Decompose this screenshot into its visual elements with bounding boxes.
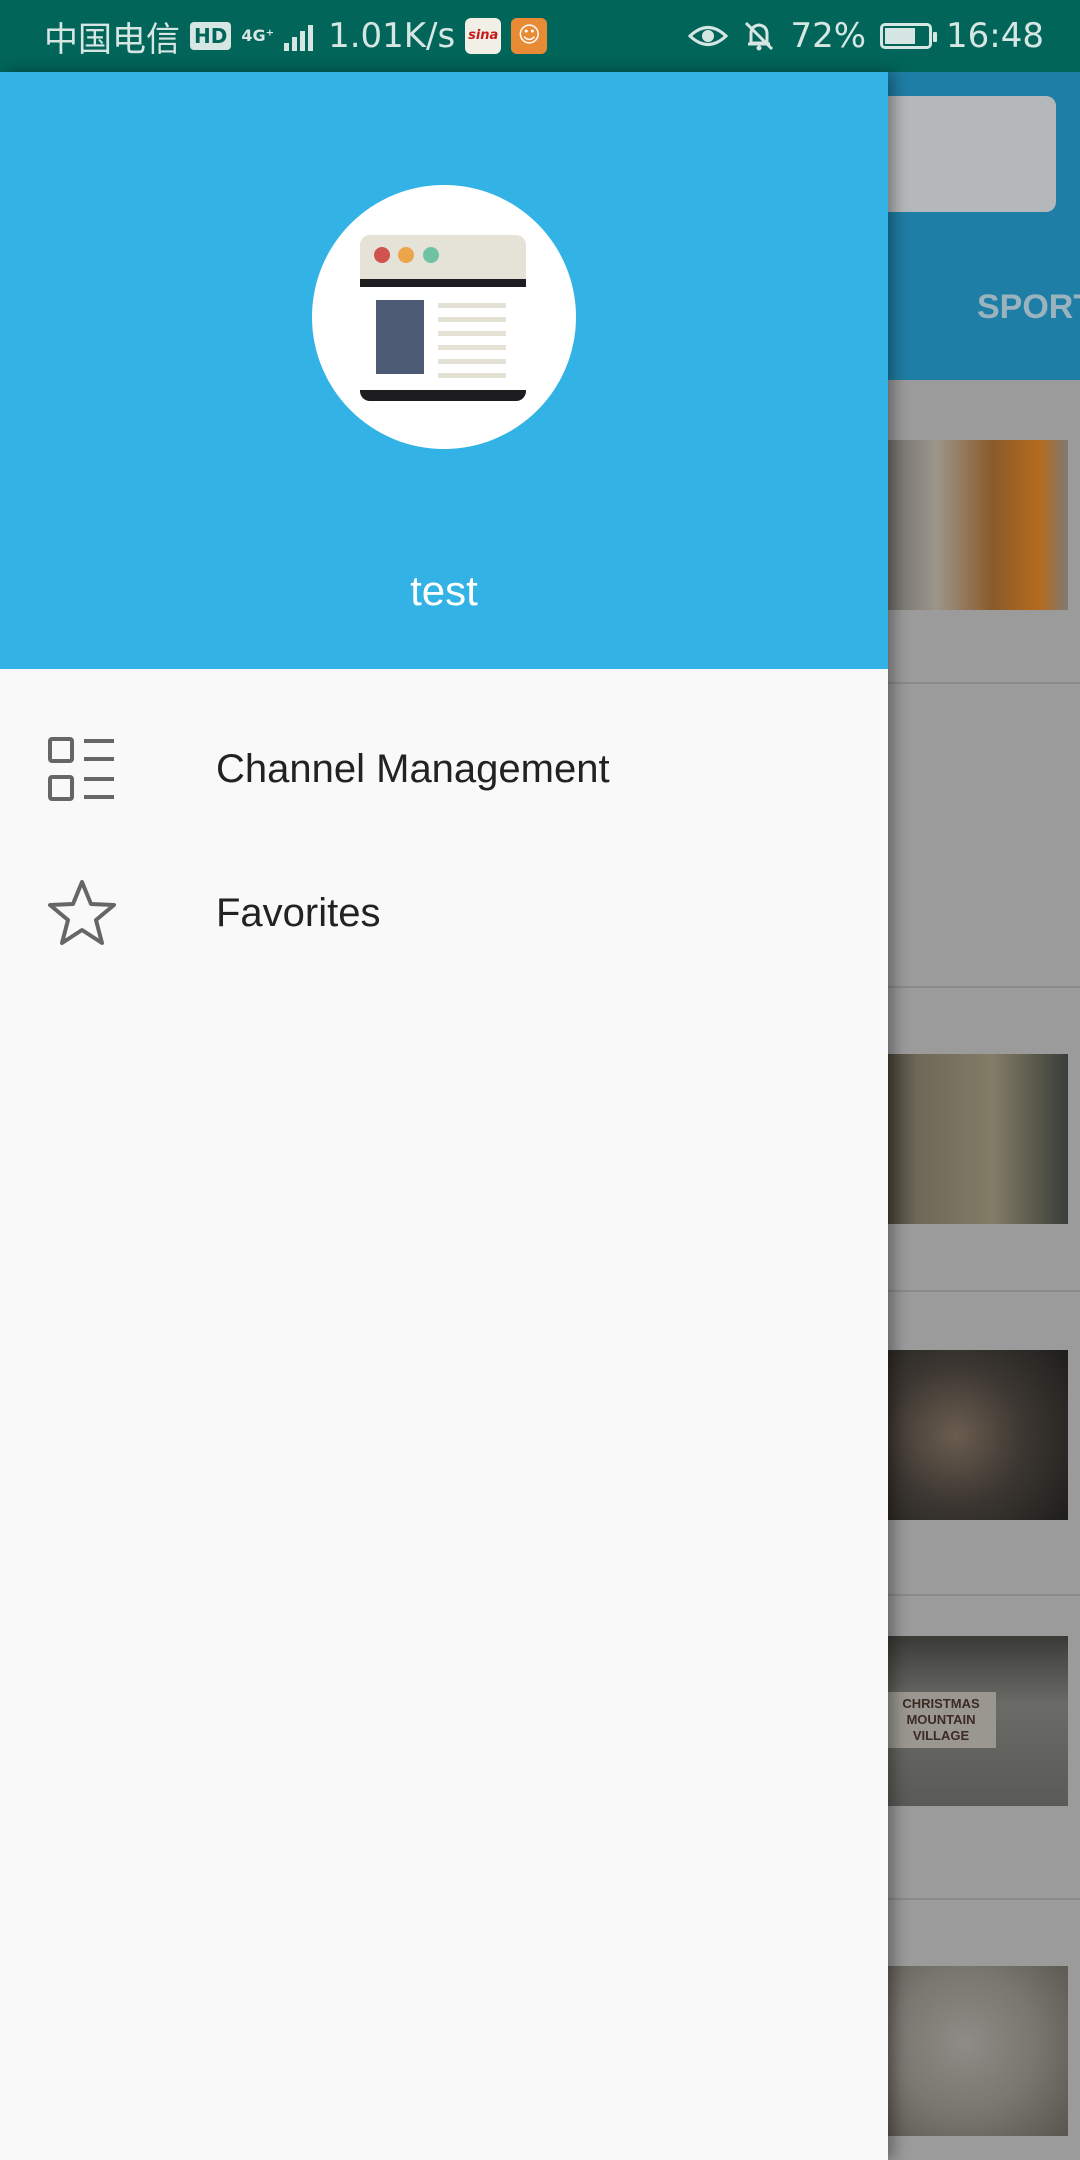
uc-browser-icon: ☺ (511, 18, 548, 54)
drawer-menu: Channel Management Favorites (0, 697, 888, 985)
status-bar-left: 中国电信 HD 4G⁺ 1.01K/s sina ☺ (44, 0, 548, 72)
browser-window-icon (360, 235, 526, 401)
menu-item-favorites[interactable]: Favorites (0, 841, 888, 985)
status-bar-right: 72% 16:48 (688, 0, 1044, 72)
background-search-box (870, 96, 1056, 212)
eye-comfort-icon (688, 26, 729, 46)
navigation-drawer: test Channel Management Favorites (0, 72, 888, 2160)
network-speed: 1.01K/s (328, 16, 456, 56)
carrier-name: 中国电信 (44, 19, 180, 60)
signal-icon (284, 25, 314, 51)
news-thumbnail: CHRISTMAS MOUNTAIN VILLAGE (880, 1636, 1068, 1806)
thumbnail-sign-text: CHRISTMAS MOUNTAIN VILLAGE (886, 1692, 996, 1748)
muted-bell-icon (745, 21, 774, 51)
hd-badge: HD (190, 22, 232, 50)
news-thumbnail (880, 1054, 1068, 1224)
background-tab-sport: SPORT (977, 288, 1080, 326)
clock: 16:48 (946, 16, 1044, 56)
news-thumbnail (880, 1350, 1068, 1520)
star-icon (48, 880, 116, 945)
menu-item-label: Favorites (216, 891, 381, 935)
sina-app-icon: sina (465, 18, 502, 54)
menu-item-channel-management[interactable]: Channel Management (0, 697, 888, 841)
news-thumbnail (880, 440, 1068, 610)
news-thumbnail (880, 1966, 1068, 2136)
status-bar: 中国电信 HD 4G⁺ 1.01K/s sina ☺ 72% 16:48 (0, 0, 1080, 72)
battery-percent: 72% (790, 16, 867, 56)
checklist-icon (48, 737, 114, 801)
user-name: test (410, 567, 478, 614)
avatar[interactable] (312, 185, 576, 449)
menu-item-label: Channel Management (216, 747, 610, 791)
network-type: 4G⁺ (241, 26, 275, 45)
drawer-header: test (0, 72, 888, 669)
battery-icon (880, 23, 938, 49)
